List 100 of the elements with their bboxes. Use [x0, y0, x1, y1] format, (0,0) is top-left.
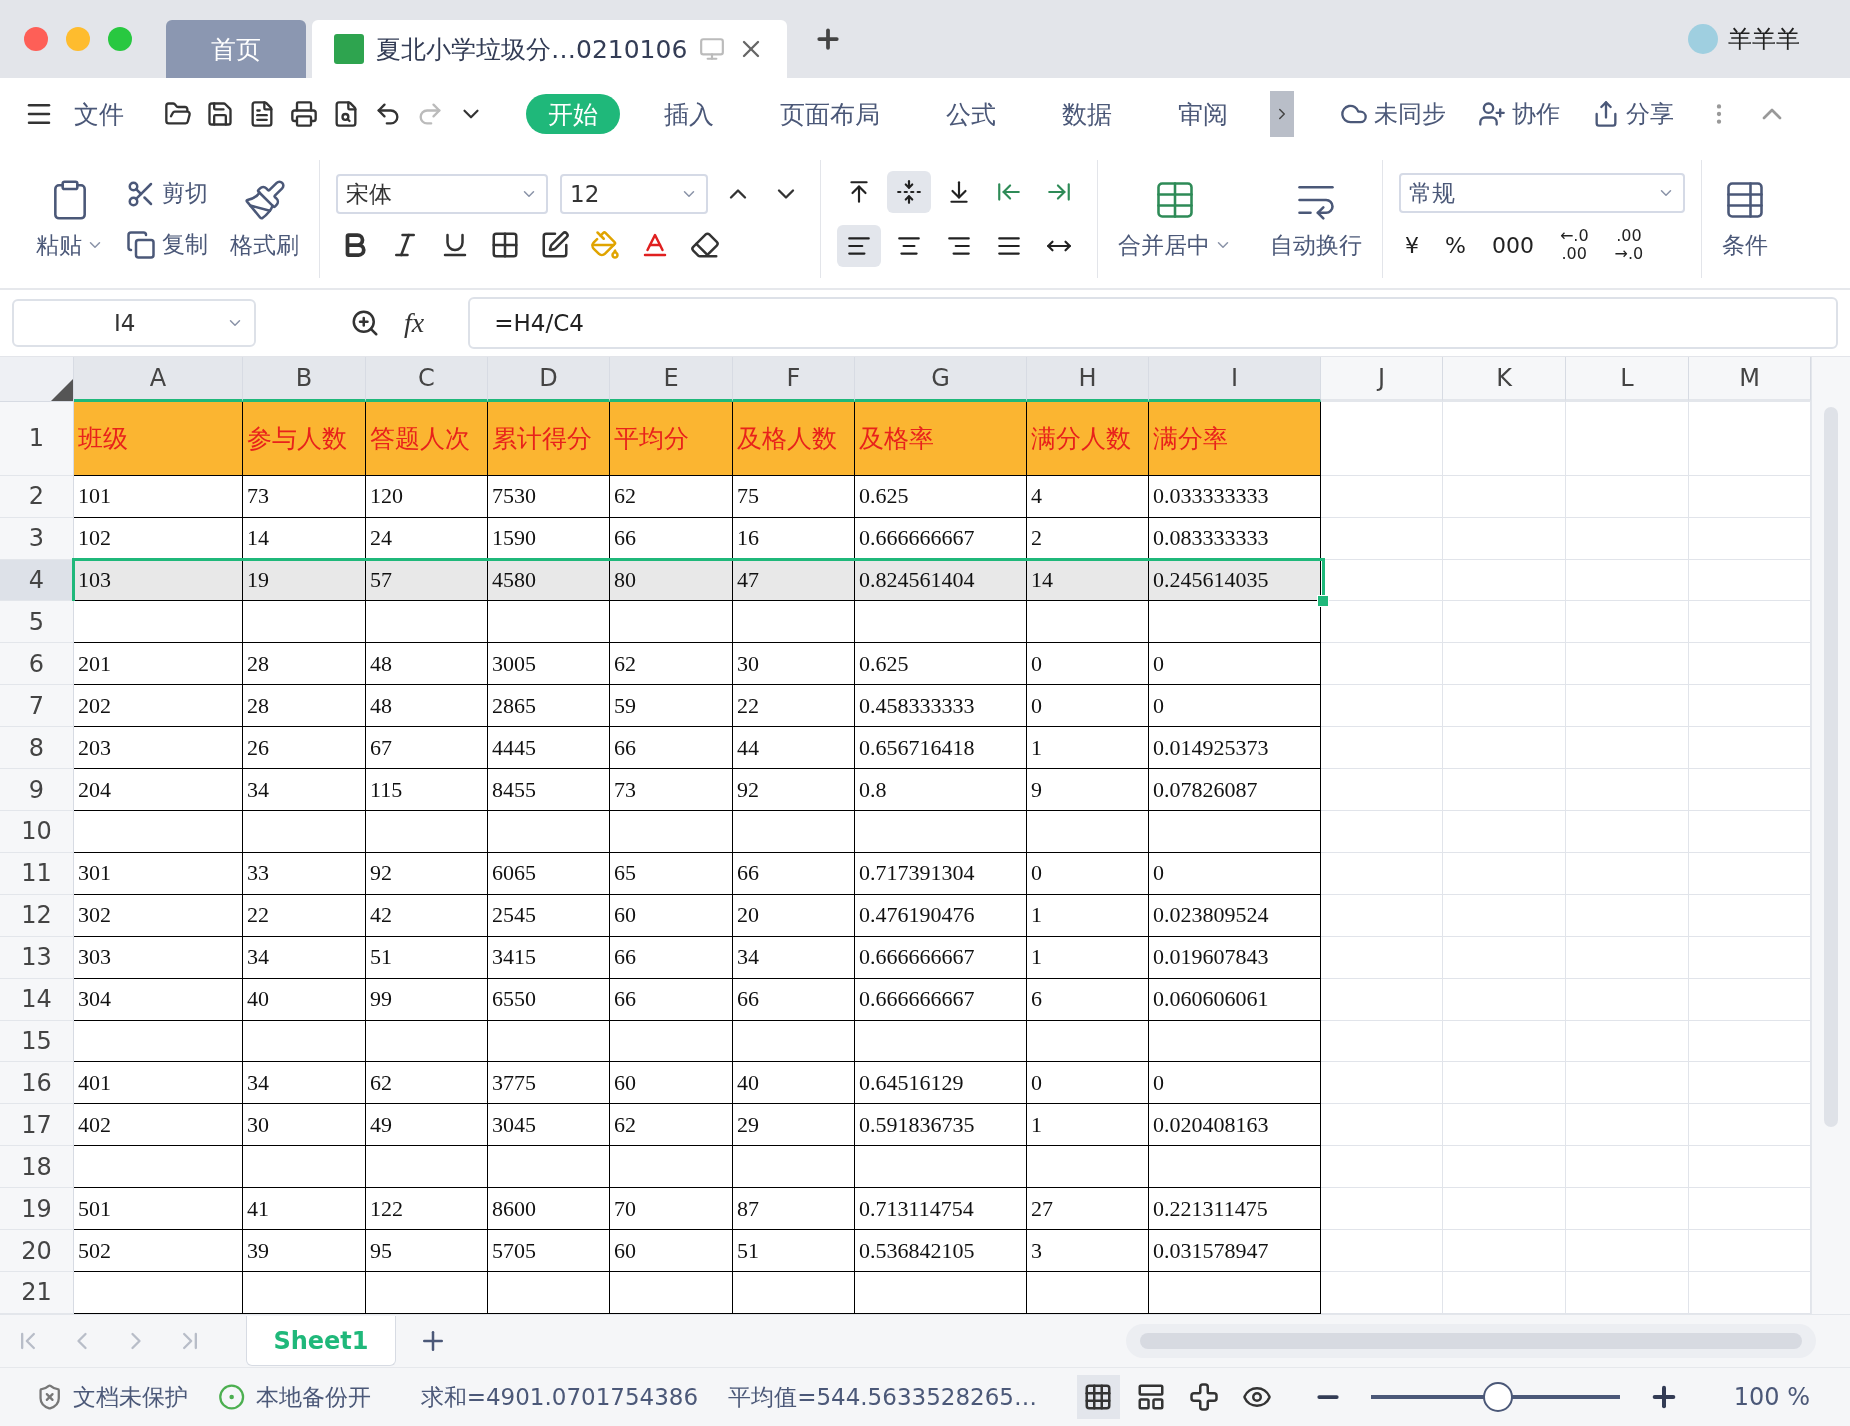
slider-thumb[interactable] — [1482, 1382, 1513, 1412]
column-header[interactable]: I — [1149, 357, 1321, 402]
format-painter-button[interactable]: 格式刷 — [226, 173, 303, 265]
table-cell: 62 — [610, 643, 733, 686]
row-header[interactable]: 20 — [0, 1230, 74, 1272]
toolbar-action[interactable]: 未同步 — [1334, 97, 1452, 131]
thousands-button[interactable]: 000 — [1485, 230, 1540, 260]
table-cell: 0 — [1027, 852, 1149, 895]
column-header[interactable]: C — [366, 357, 488, 402]
column-header[interactable]: J — [1321, 357, 1443, 402]
table-cell: 51 — [366, 936, 488, 979]
normal-view-icon[interactable] — [1076, 1375, 1120, 1419]
column-header[interactable]: K — [1443, 357, 1566, 402]
ribbon-tab[interactable]: 审阅 — [1156, 94, 1250, 134]
table-cell: 29 — [733, 1104, 855, 1147]
font-select[interactable]: 宋体 — [336, 174, 548, 214]
column-header[interactable]: E — [610, 357, 733, 402]
copy-button[interactable]: 复制 — [122, 225, 212, 264]
row-header[interactable]: 1 — [0, 401, 74, 476]
conditional-format-button[interactable]: 条件 — [1718, 173, 1772, 265]
column-header[interactable]: L — [1566, 357, 1689, 402]
column-header[interactable]: D — [488, 357, 610, 402]
row-header[interactable]: 8 — [0, 727, 74, 770]
table-cell: 34 — [243, 1062, 366, 1105]
formula-field[interactable]: =H4/C4 — [468, 297, 1838, 349]
row-header[interactable]: 21 — [0, 1271, 74, 1314]
spreadsheet-logo-icon — [334, 34, 364, 64]
column-header[interactable]: G — [855, 357, 1027, 402]
row-header[interactable]: 16 — [0, 1062, 74, 1105]
table-cell: 62 — [610, 1104, 733, 1147]
monitor-icon — [699, 36, 726, 62]
table-cell: 59 — [610, 685, 733, 728]
row-header[interactable]: 11 — [0, 852, 74, 895]
column-header[interactable]: B — [243, 357, 366, 402]
row-header[interactable]: 2 — [0, 475, 74, 518]
select-all-button[interactable] — [0, 357, 74, 402]
table-cell: 34 — [243, 769, 366, 811]
row-header[interactable]: 18 — [0, 1146, 74, 1189]
ribbon-tab[interactable]: 插入 — [642, 94, 736, 134]
table-cell: 501 — [74, 1188, 243, 1231]
file-menu[interactable]: 文件 — [68, 96, 130, 132]
toolbar-action[interactable]: 协作 — [1472, 97, 1566, 131]
decrease-decimal-button[interactable]: .00 →.0 — [1608, 225, 1650, 265]
table-cell: 0.64516129 — [855, 1062, 1027, 1105]
column-header[interactable]: A — [74, 357, 243, 402]
document-tab[interactable]: 夏北小学垃圾分…0210106 — [312, 20, 788, 78]
paste-button[interactable]: 粘贴 — [32, 173, 108, 265]
currency-button[interactable]: ¥ — [1399, 230, 1425, 260]
row-header[interactable]: 4 — [0, 559, 74, 602]
column-header[interactable]: H — [1027, 357, 1149, 402]
merge-center-button[interactable]: 合并居中 — [1114, 173, 1236, 265]
row-header[interactable]: 10 — [0, 811, 74, 853]
row-header[interactable]: 17 — [0, 1104, 74, 1147]
table-cell: 0 — [1149, 852, 1321, 895]
horizontal-scrollbar[interactable] — [1126, 1324, 1816, 1358]
header-cell: 满分人数 — [1027, 401, 1149, 476]
brush-icon — [242, 177, 287, 222]
row-header[interactable]: 3 — [0, 517, 74, 560]
table-cell: 2865 — [488, 685, 610, 728]
ribbon-tab[interactable]: 页面布局 — [758, 94, 902, 134]
row-header[interactable]: 13 — [0, 936, 74, 979]
table-cell: 28 — [243, 643, 366, 686]
table-cell: 92 — [366, 852, 488, 895]
row-header[interactable]: 9 — [0, 769, 74, 811]
table-cell: 0.536842105 — [855, 1230, 1027, 1272]
align-left-icon[interactable] — [837, 225, 881, 267]
table-cell: 0.666666667 — [855, 936, 1027, 979]
table-cell: 95 — [366, 1230, 488, 1272]
increase-decimal-button[interactable]: ←.0 .00 — [1553, 225, 1595, 265]
row-header[interactable]: 19 — [0, 1188, 74, 1231]
ribbon-tab[interactable]: 公式 — [924, 94, 1018, 134]
table-cell: 73 — [243, 475, 366, 518]
table-cell: 0.031578947 — [1149, 1230, 1321, 1272]
table-cell: 26 — [243, 727, 366, 770]
name-box[interactable]: I4 — [12, 299, 256, 347]
ribbon-tab[interactable]: 数据 — [1040, 94, 1134, 134]
wrap-text-button[interactable]: 自动换行 — [1266, 173, 1366, 265]
row-header[interactable]: 5 — [0, 601, 74, 644]
cut-button[interactable]: 剪切 — [122, 174, 212, 213]
zoom-level: 100 % — [1733, 1383, 1810, 1411]
column-header[interactable]: M — [1689, 357, 1811, 402]
percent-button[interactable]: % — [1439, 230, 1472, 260]
vertical-scrollbar[interactable] — [1811, 357, 1850, 1314]
table-cell: 40 — [733, 1062, 855, 1105]
fill-handle[interactable] — [1317, 595, 1329, 608]
table-cell: 402 — [74, 1104, 243, 1147]
align-middle-icon[interactable] — [887, 171, 931, 213]
fx-label[interactable]: fx — [404, 307, 425, 339]
header-cell: 及格人数 — [733, 401, 855, 476]
table-cell: 44 — [733, 727, 855, 770]
row-header[interactable]: 14 — [0, 978, 74, 1021]
row-header[interactable]: 15 — [0, 1020, 74, 1063]
row-header[interactable]: 6 — [0, 643, 74, 686]
row-header[interactable]: 7 — [0, 685, 74, 728]
font-size-select[interactable]: 12 — [560, 174, 708, 214]
toolbar-action[interactable]: 分享 — [1586, 97, 1680, 131]
row-header[interactable]: 12 — [0, 894, 74, 937]
number-format-select[interactable]: 常规 — [1399, 173, 1685, 213]
table-cell: 34 — [733, 936, 855, 979]
column-header[interactable]: F — [733, 357, 855, 402]
